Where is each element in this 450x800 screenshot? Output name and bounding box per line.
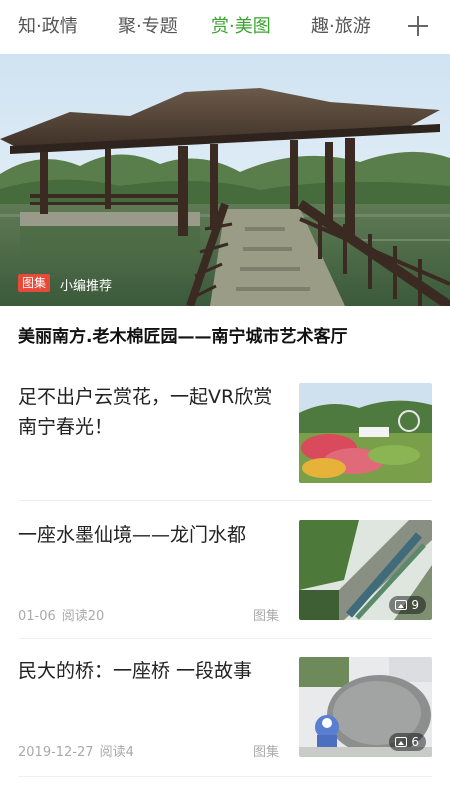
- image-count-badge: 6: [389, 733, 426, 751]
- image-count: 9: [411, 598, 419, 612]
- gallery-tag: 图集: [18, 274, 51, 292]
- article-thumbnail: [299, 383, 432, 483]
- tab-topics[interactable]: 聚·专题: [118, 0, 178, 54]
- image-count-badge: 9: [389, 596, 426, 614]
- article-meta: 2019-12-27 阅读4: [18, 741, 134, 760]
- list-item[interactable]: 一座水墨仙境——龙门水都 01-06 阅读20 图集 9: [0, 505, 450, 635]
- article-title: 一座水墨仙境——龙门水都: [18, 524, 247, 546]
- article-date: 2019-12-27: [18, 745, 94, 760]
- article-title: 足不出户云赏花，一起VR欣赏南宁春光！: [18, 386, 273, 438]
- article-meta: 01-06 阅读20: [18, 605, 104, 624]
- hero-image: [0, 54, 450, 306]
- hero-banner[interactable]: 图集 小编推荐: [0, 54, 450, 306]
- divider: [18, 776, 432, 777]
- image-icon: [395, 737, 408, 747]
- hero-title[interactable]: 美丽南方.老木棉匠园——南宁城市艺术客厅: [18, 322, 438, 347]
- tab-photos[interactable]: 赏·美图: [211, 0, 271, 54]
- article-reads: 阅读20: [61, 609, 105, 624]
- list-item[interactable]: 民大的桥：一座桥 一段故事 2019-12-27 阅读4 图集 6: [0, 643, 450, 773]
- article-thumbnail: 9: [299, 520, 432, 620]
- article-type: 图集: [253, 609, 280, 624]
- article-thumbnail: 6: [299, 657, 432, 757]
- editor-pick-label: 小编推荐: [60, 279, 113, 294]
- article-reads: 阅读4: [99, 745, 134, 760]
- plus-icon[interactable]: [404, 12, 432, 40]
- article-type: 图集: [253, 745, 280, 760]
- image-count: 6: [411, 735, 419, 749]
- article-date: 01-06: [18, 609, 56, 624]
- tab-travel[interactable]: 趣·旅游: [311, 0, 371, 54]
- divider: [18, 638, 432, 639]
- divider: [18, 500, 432, 501]
- category-tab-bar: 知·政情 聚·专题 赏·美图 趣·旅游: [0, 0, 450, 54]
- image-icon: [395, 600, 408, 610]
- article-title: 民大的桥：一座桥 一段故事: [18, 660, 253, 682]
- tab-politics[interactable]: 知·政情: [18, 0, 78, 54]
- list-item[interactable]: 足不出户云赏花，一起VR欣赏南宁春光！: [0, 370, 450, 500]
